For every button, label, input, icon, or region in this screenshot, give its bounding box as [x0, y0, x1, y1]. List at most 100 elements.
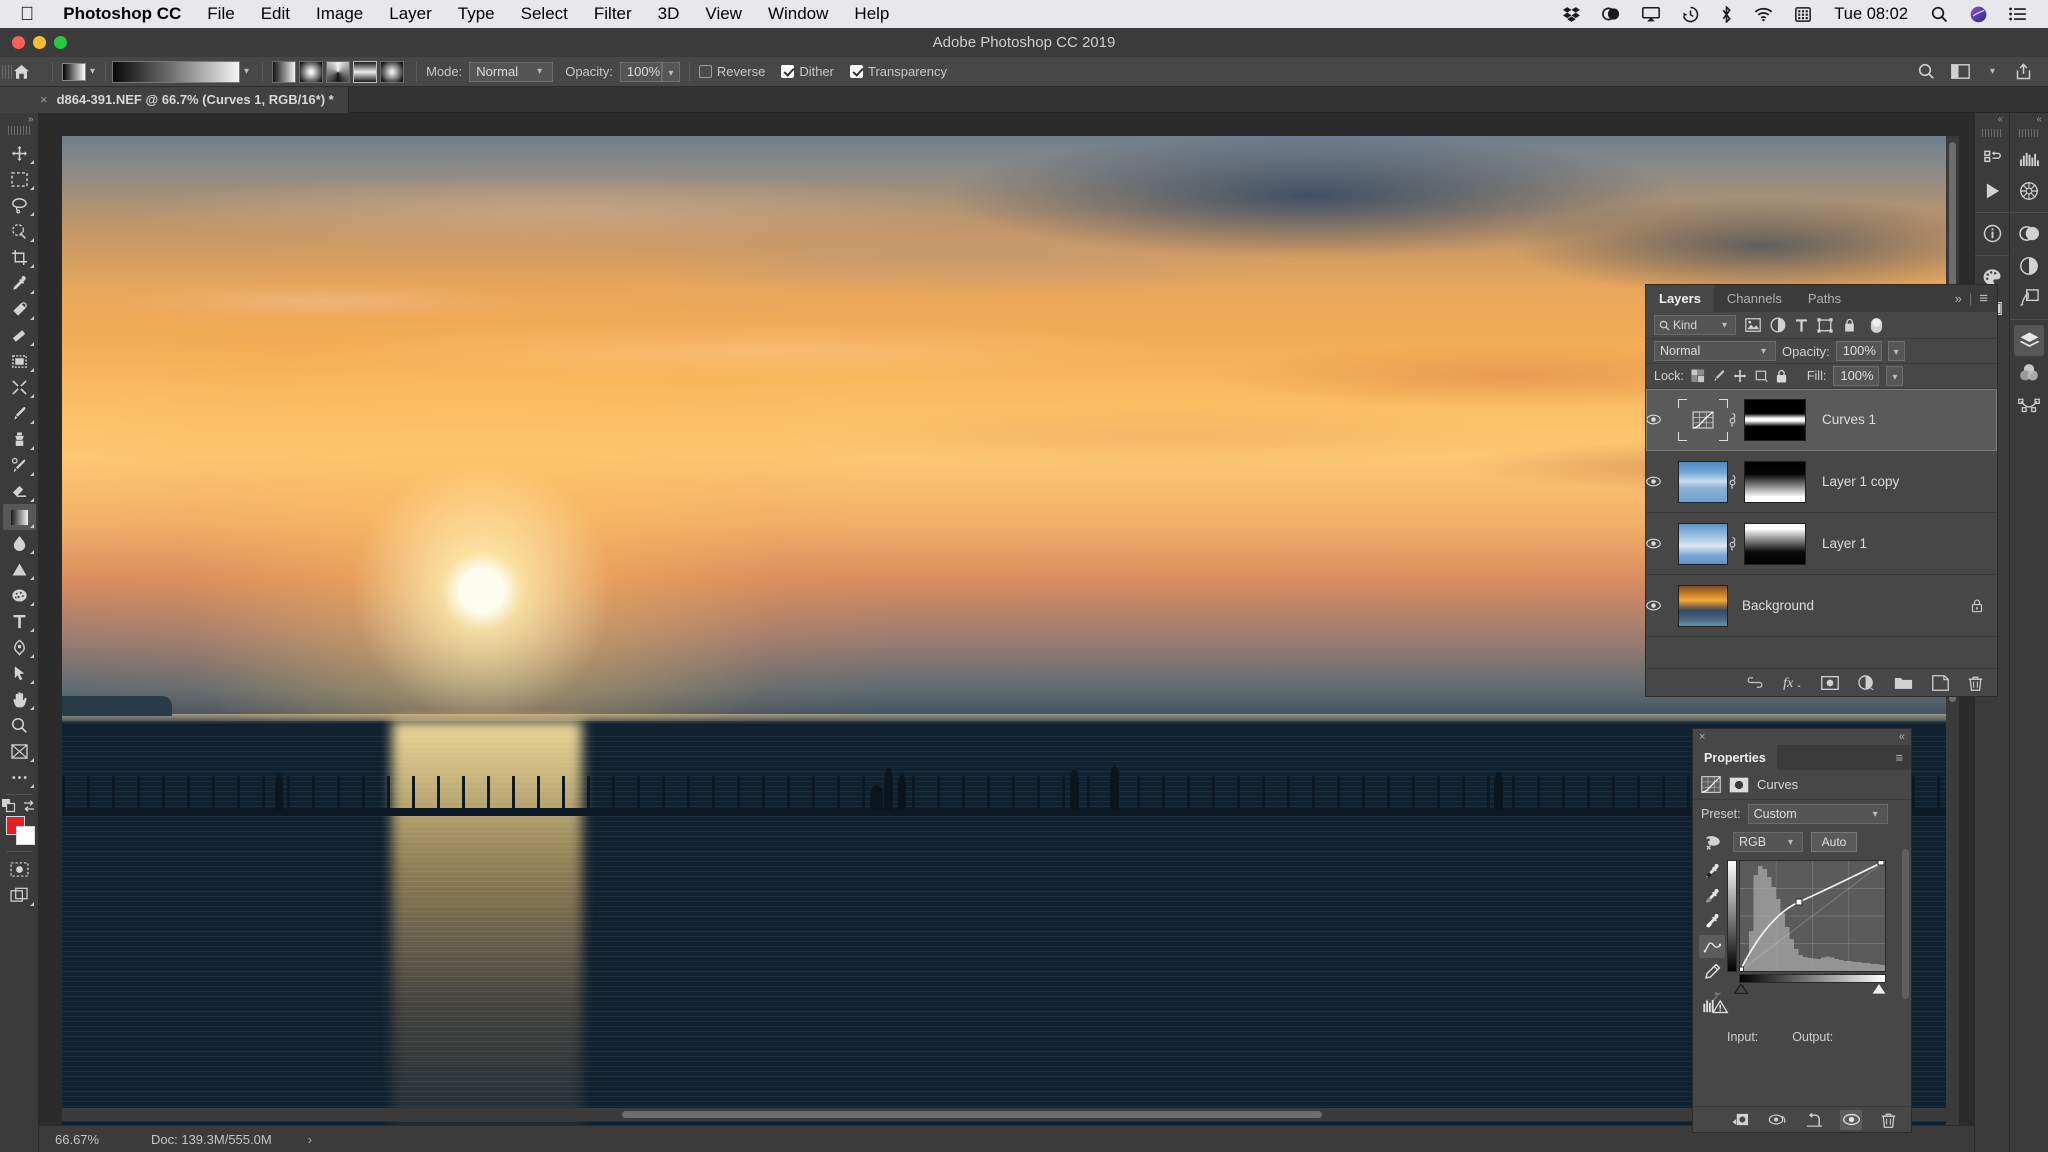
shape-filter-icon[interactable] [1817, 317, 1833, 333]
apple-icon[interactable]:  [20, 5, 34, 24]
tab-properties[interactable]: Properties [1693, 745, 1777, 770]
info-panel-icon[interactable] [1977, 218, 2007, 249]
layer-mask-thumbnail[interactable] [1744, 398, 1806, 441]
gradient-swatch[interactable] [112, 60, 241, 83]
menu-item-image[interactable]: Image [303, 4, 376, 24]
layer-visibility-toggle[interactable] [1646, 414, 1678, 425]
sponge-tool[interactable] [3, 582, 36, 608]
creative-cloud-icon[interactable] [1591, 6, 1631, 22]
curves-plot[interactable] [1740, 861, 1885, 971]
reflected-gradient-icon[interactable] [353, 60, 378, 83]
reset-adjustment-icon[interactable] [1803, 1110, 1825, 1130]
layer-opacity-input[interactable]: 100% [1835, 341, 1882, 361]
spot-healing-tool[interactable] [3, 296, 36, 322]
tab-paths[interactable]: Paths [1795, 285, 1854, 312]
crop-tool[interactable] [3, 244, 36, 270]
histogram-warning-icon[interactable] [1703, 999, 1729, 1014]
mask-link-icon[interactable] [1728, 536, 1744, 552]
new-group-icon[interactable] [1894, 675, 1913, 690]
add-mask-icon[interactable] [1821, 675, 1839, 690]
mask-link-icon[interactable] [1728, 474, 1744, 490]
new-adjustment-icon[interactable] [1858, 674, 1875, 691]
on-image-adjust-icon[interactable] [1701, 834, 1725, 850]
opacity-input[interactable]: 100% [619, 61, 662, 82]
patch-tool[interactable] [3, 322, 36, 348]
workspace-icon[interactable] [1951, 64, 1970, 79]
lasso-tool[interactable] [3, 192, 36, 218]
close-document-icon[interactable]: × [40, 92, 48, 107]
layer-row-layer-1[interactable]: Layer 1 [1646, 513, 1997, 575]
canvas-horizontal-scrollbar[interactable] [62, 1108, 1959, 1121]
toolbar-grip[interactable] [8, 126, 30, 135]
channels-panel-icon[interactable] [2014, 357, 2044, 388]
document-tab[interactable]: × d864-391.NEF @ 66.7% (Curves 1, RGB/16… [0, 86, 349, 113]
adjustment-filter-icon[interactable] [1770, 317, 1786, 333]
blend-mode-select[interactable]: Normal ▾ [469, 61, 554, 82]
properties-scrollbar[interactable] [1902, 849, 1909, 999]
dropbox-icon[interactable] [1552, 6, 1591, 23]
menu-item-layer[interactable]: Layer [376, 4, 445, 24]
toggle-visibility-icon[interactable] [1840, 1109, 1862, 1130]
curves-graph[interactable] [1727, 860, 1897, 1008]
layer-thumbnail-sky[interactable] [1678, 522, 1728, 565]
background-color-swatch[interactable] [15, 826, 35, 845]
layer-style-fx-icon[interactable]: fx [1783, 675, 1802, 690]
curves-icon[interactable] [1701, 776, 1721, 793]
hand-tool[interactable] [3, 686, 36, 712]
link-layers-icon[interactable] [1746, 677, 1764, 688]
zoom-level[interactable]: 66.67% [39, 1132, 135, 1147]
fill-caret-button[interactable]: ▾ [1886, 366, 1904, 386]
eyedropper-black-icon[interactable] [1699, 860, 1725, 883]
reverse-checkbox[interactable]: Reverse [698, 64, 765, 79]
lock-image-icon[interactable] [1712, 369, 1726, 383]
menu-item-help[interactable]: Help [841, 4, 902, 24]
menu-item-view[interactable]: View [692, 4, 755, 24]
properties-panel-collapse-icon[interactable]: « [1899, 731, 1905, 743]
layer-name[interactable]: Curves 1 [1806, 412, 1876, 427]
layer-mask-thumbnail[interactable] [1744, 522, 1806, 565]
layer-name[interactable]: Background [1728, 598, 1814, 613]
history-brush-tool[interactable] [3, 452, 36, 478]
curve-points-icon[interactable] [1699, 935, 1725, 958]
channel-select[interactable]: RGB ▾ [1733, 832, 1803, 852]
layer-row-curves-1[interactable]: Curves 1 [1646, 389, 1997, 451]
layer-row-background[interactable]: Background [1646, 575, 1997, 637]
display-icon[interactable] [1784, 6, 1822, 22]
bluetooth-icon[interactable] [1710, 5, 1743, 23]
layer-visibility-toggle[interactable] [1646, 476, 1678, 487]
home-icon[interactable] [13, 64, 43, 80]
gradient-picker-caret-icon[interactable]: ▾ [244, 66, 249, 77]
black-point-handle[interactable] [1734, 984, 1748, 994]
eyedropper-white-icon[interactable] [1699, 910, 1725, 933]
layer-visibility-toggle[interactable] [1646, 600, 1678, 611]
layer-thumbnail-curves[interactable] [1678, 398, 1728, 441]
quick-mask-icon[interactable] [3, 856, 36, 882]
adjustments-panel-icon[interactable] [2014, 250, 2044, 281]
menu-bar-clock[interactable]: Tue 08:02 [1822, 5, 1920, 24]
slice-tool[interactable] [3, 738, 36, 764]
content-aware-move-tool[interactable] [3, 374, 36, 400]
layer-mask-icon[interactable] [1729, 777, 1749, 793]
properties-panel-menu-icon[interactable]: ≡ [1896, 751, 1911, 765]
histogram-panel-icon[interactable] [2014, 143, 2044, 174]
paths-panel-icon[interactable] [2014, 389, 2044, 420]
siri-icon[interactable] [1959, 6, 1998, 23]
options-bar-grip[interactable] [0, 56, 13, 87]
smart-object-filter-icon[interactable] [1842, 318, 1857, 333]
control-center-icon[interactable] [1998, 7, 2038, 21]
layer-thumbnail-sky[interactable] [1678, 460, 1728, 503]
color-swatches[interactable] [3, 815, 36, 847]
opacity-caret-button[interactable]: ▾ [661, 61, 680, 82]
lock-transparent-icon[interactable] [1691, 369, 1705, 383]
angle-gradient-icon[interactable] [326, 60, 351, 83]
pixel-filter-icon[interactable] [1745, 318, 1761, 332]
layer-row-layer-1-copy[interactable]: Layer 1 copy [1646, 451, 1997, 513]
radial-gradient-icon[interactable] [299, 60, 324, 83]
menu-item-file[interactable]: File [194, 4, 247, 24]
menu-app-name[interactable]: Photoshop CC [50, 4, 194, 24]
layer-opacity-caret-button[interactable]: ▾ [1887, 341, 1905, 361]
secondary-rail-grip[interactable] [1982, 129, 2002, 137]
dither-checkbox[interactable]: Dither [781, 64, 834, 79]
styles-panel-icon[interactable] [2014, 282, 2044, 313]
quick-selection-tool[interactable] [3, 218, 36, 244]
